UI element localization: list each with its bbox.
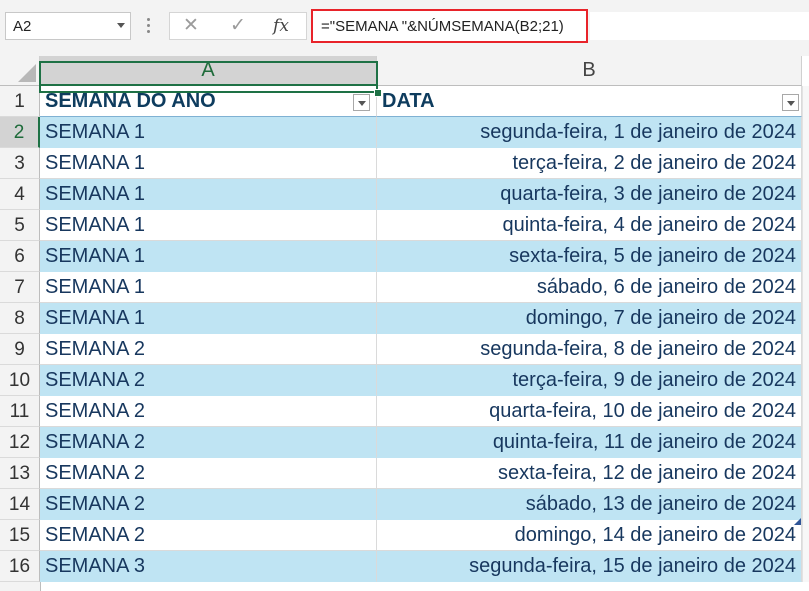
table-cell-week[interactable]: SEMANA 1 <box>40 179 377 210</box>
table-cell-week[interactable]: SEMANA 1 <box>40 117 377 148</box>
table-cell-date[interactable]: quarta-feira, 3 de janeiro de 2024 <box>377 179 802 210</box>
formula-bar: A2 ✕ ✓ fx ="SEMANA "&NÚMSEMANA(B2;21) <box>0 0 809 56</box>
table-cell-date[interactable]: quinta-feira, 11 de janeiro de 2024 <box>377 427 802 458</box>
table-cell-week[interactable]: SEMANA 2 <box>40 334 377 365</box>
row-header[interactable]: 4 <box>0 179 40 210</box>
table-cell-date[interactable]: quinta-feira, 4 de janeiro de 2024 <box>377 210 802 241</box>
table-cell-week[interactable]: SEMANA 1 <box>40 272 377 303</box>
table-cell-date[interactable]: sexta-feira, 12 de janeiro de 2024 <box>377 458 802 489</box>
table-cell-date[interactable]: segunda-feira, 8 de janeiro de 2024 <box>377 334 802 365</box>
row-header[interactable]: 13 <box>0 458 40 489</box>
formula-input-extension[interactable] <box>590 12 809 40</box>
select-all-button[interactable] <box>0 56 40 86</box>
header-cell-semana[interactable]: SEMANA DO ANO <box>40 86 377 117</box>
table-cell-week[interactable]: SEMANA 2 <box>40 458 377 489</box>
column-header-b[interactable]: B <box>377 56 802 86</box>
table-row-partial <box>0 582 809 591</box>
table-cell-date[interactable]: sábado, 13 de janeiro de 2024 <box>377 489 802 520</box>
fill-handle[interactable] <box>374 89 382 97</box>
row-header[interactable]: 2 <box>0 117 40 148</box>
row-header[interactable]: 9 <box>0 334 40 365</box>
table-cell-date[interactable]: domingo, 7 de janeiro de 2024 <box>377 303 802 334</box>
table-cell-date[interactable]: quarta-feira, 10 de janeiro de 2024 <box>377 396 802 427</box>
insert-function-icon[interactable]: fx <box>268 15 294 37</box>
table-cell-week[interactable]: SEMANA 2 <box>40 396 377 427</box>
table-cell-date[interactable]: domingo, 14 de janeiro de 2024 <box>377 520 802 551</box>
table-resize-handle[interactable] <box>794 518 801 525</box>
table-cell-date[interactable]: segunda-feira, 1 de janeiro de 2024 <box>377 117 802 148</box>
row-header[interactable]: 15 <box>0 520 40 551</box>
row-header[interactable]: 3 <box>0 148 40 179</box>
table-cell-date[interactable]: segunda-feira, 15 de janeiro de 2024 <box>377 551 802 582</box>
table-cell-week[interactable]: SEMANA 2 <box>40 365 377 396</box>
name-box-value: A2 <box>13 18 32 35</box>
row-header[interactable]: 10 <box>0 365 40 396</box>
table-cell-week[interactable]: SEMANA 2 <box>40 489 377 520</box>
table-cell-date[interactable]: sexta-feira, 5 de janeiro de 2024 <box>377 241 802 272</box>
select-all-icon <box>18 64 36 82</box>
chevron-down-icon[interactable] <box>117 23 125 28</box>
row-header[interactable]: 12 <box>0 427 40 458</box>
spreadsheet-grid: A B 1 SEMANA DO ANO DATA 2 SEMANA 1 segunda-f… <box>0 56 809 591</box>
table-cell-date[interactable]: terça-feira, 9 de janeiro de 2024 <box>377 365 802 396</box>
row-header[interactable]: 8 <box>0 303 40 334</box>
table-cell-week[interactable]: SEMANA 1 <box>40 303 377 334</box>
formula-input[interactable]: ="SEMANA "&NÚMSEMANA(B2;21) <box>311 9 588 43</box>
row-header-17[interactable] <box>0 582 41 591</box>
table-cell-week[interactable]: SEMANA 1 <box>40 210 377 241</box>
row-header[interactable]: 14 <box>0 489 40 520</box>
table-cell-date[interactable]: terça-feira, 2 de janeiro de 2024 <box>377 148 802 179</box>
row-header-1[interactable]: 1 <box>0 86 40 117</box>
cancel-icon[interactable]: ✕ <box>178 15 204 37</box>
filter-dropdown-icon[interactable] <box>353 94 370 111</box>
filter-dropdown-icon[interactable] <box>782 94 799 111</box>
row-header[interactable]: 7 <box>0 272 40 303</box>
row-header[interactable]: 5 <box>0 210 40 241</box>
column-header-a[interactable]: A <box>40 56 377 86</box>
table-cell-week[interactable]: SEMANA 1 <box>40 148 377 179</box>
row-header[interactable]: 16 <box>0 551 40 582</box>
enter-icon[interactable]: ✓ <box>225 15 251 37</box>
drag-handle-icon[interactable] <box>147 18 151 36</box>
formula-buttons: ✕ ✓ fx <box>169 12 307 40</box>
table-cell-week[interactable]: SEMANA 3 <box>40 551 377 582</box>
row-header[interactable]: 11 <box>0 396 40 427</box>
vertical-scrollbar[interactable] <box>802 86 809 591</box>
table-cell-week[interactable]: SEMANA 2 <box>40 520 377 551</box>
table-cell-date[interactable]: sábado, 6 de janeiro de 2024 <box>377 272 802 303</box>
name-box[interactable]: A2 <box>5 12 131 40</box>
header-cell-data[interactable]: DATA <box>377 86 802 117</box>
formula-text: ="SEMANA "&NÚMSEMANA(B2;21) <box>321 18 564 35</box>
table-cell-week[interactable]: SEMANA 1 <box>40 241 377 272</box>
table-cell-week[interactable]: SEMANA 2 <box>40 427 377 458</box>
row-header[interactable]: 6 <box>0 241 40 272</box>
